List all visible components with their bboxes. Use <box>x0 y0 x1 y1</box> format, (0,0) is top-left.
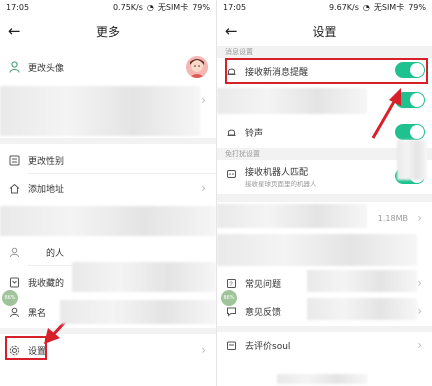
blurred-region <box>0 206 216 236</box>
status-time: 17:05 <box>223 3 247 12</box>
blurred-region <box>307 298 417 320</box>
chevron-right-icon: › <box>417 304 422 318</box>
people-icon <box>8 246 20 258</box>
blurred-region <box>72 262 216 292</box>
chevron-right-icon: › <box>201 181 206 195</box>
feedback-icon <box>225 305 237 317</box>
more-screen: 17:05 0.75K/s ◔ 无SIM卡 79% ← 更多 更改头像 › 更改… <box>0 0 216 386</box>
rate-app-row[interactable]: 去评价soul › <box>217 332 432 358</box>
add-address-label: 添加地址 <box>28 184 65 195</box>
chevron-right-icon: › <box>417 211 422 225</box>
settings-screen: 17:05 9.67K/s ◔ 无SIM卡 79% ← 设置 消息设置 接收新消… <box>216 0 432 386</box>
robot-icon <box>225 167 237 179</box>
network-speed: 0.75K/s <box>112 3 143 12</box>
section-gap <box>0 328 216 334</box>
clear-cache-row[interactable]: 1.18MB › <box>217 206 432 230</box>
status-bar: 17:05 9.67K/s ◔ 无SIM卡 79% <box>217 0 432 16</box>
blurred-region <box>307 270 417 292</box>
blurred-region <box>397 140 427 180</box>
bottom-row <box>0 372 216 386</box>
battery-level: 79% <box>192 3 210 12</box>
section-gap <box>217 194 432 202</box>
change-gender-label: 更改性别 <box>28 156 65 167</box>
robot-match-text: 接收机器人匹配 接收星球页面里的机器人 <box>245 165 317 188</box>
cache-size: 1.18MB <box>377 213 408 223</box>
user-icon <box>8 61 20 73</box>
chevron-right-icon: › <box>417 276 422 290</box>
blurred-region <box>60 300 216 324</box>
ringtone-label: 铃声 <box>245 128 264 139</box>
change-avatar-label: 更改头像 <box>28 63 65 74</box>
avatar[interactable] <box>186 56 208 78</box>
user-block-icon <box>8 306 20 318</box>
sim-status: 无SIM卡 <box>373 3 405 12</box>
question-icon: ? <box>225 277 237 289</box>
blurred-row-chevron: › <box>0 92 216 108</box>
people-label: 的人 <box>46 248 65 259</box>
rate-app-label: 去评价soul <box>245 341 291 352</box>
battery-level: 79% <box>408 3 426 12</box>
my-collection-label: 我收藏的 <box>28 278 65 289</box>
status-bar: 17:05 0.75K/s ◔ 无SIM卡 79% <box>0 0 216 16</box>
wifi-icon: ◔ <box>362 3 370 12</box>
section-title: 消息设置 <box>225 48 253 56</box>
ringtone-toggle[interactable] <box>395 124 425 140</box>
wifi-icon: ◔ <box>146 3 154 12</box>
nav-bar: ← 更多 <box>0 16 216 46</box>
chevron-right-icon: › <box>201 343 206 357</box>
chevron-right-icon: › <box>417 338 422 352</box>
toggle-knob <box>410 93 424 107</box>
chevron-right-icon: › <box>201 93 206 107</box>
thumb-up-icon <box>225 339 237 351</box>
page-title: 更多 <box>95 24 120 39</box>
blurred-region <box>217 88 367 114</box>
status-time: 17:05 <box>6 3 30 12</box>
bell-icon <box>225 126 237 138</box>
page-title: 设置 <box>312 24 337 39</box>
change-gender-row[interactable]: 更改性别 <box>0 146 216 174</box>
section-gap <box>0 138 216 144</box>
feedback-label: 意见反馈 <box>245 307 282 318</box>
home-icon <box>8 182 20 194</box>
section-title: 免打扰设置 <box>225 150 260 158</box>
nav-bar: ← 设置 <box>217 16 432 46</box>
back-arrow-icon[interactable]: ← <box>225 16 238 46</box>
gender-icon <box>8 154 20 166</box>
change-avatar-row[interactable]: 更改头像 <box>0 52 216 82</box>
sim-status: 无SIM卡 <box>157 3 189 12</box>
toggle-knob <box>410 125 424 139</box>
network-speed: 9.67K/s <box>328 3 359 12</box>
highlight-box <box>225 58 428 84</box>
blurred-region <box>217 234 417 266</box>
faq-label: 常见问题 <box>245 279 282 290</box>
blurred-region <box>277 374 367 384</box>
robot-match-sub: 接收星球页面里的机器人 <box>245 180 317 188</box>
back-arrow-icon[interactable]: ← <box>8 16 21 46</box>
robot-match-label: 接收机器人匹配 <box>245 168 309 178</box>
star-icon <box>8 276 20 288</box>
add-address-row[interactable]: 添加地址 › <box>0 174 216 202</box>
